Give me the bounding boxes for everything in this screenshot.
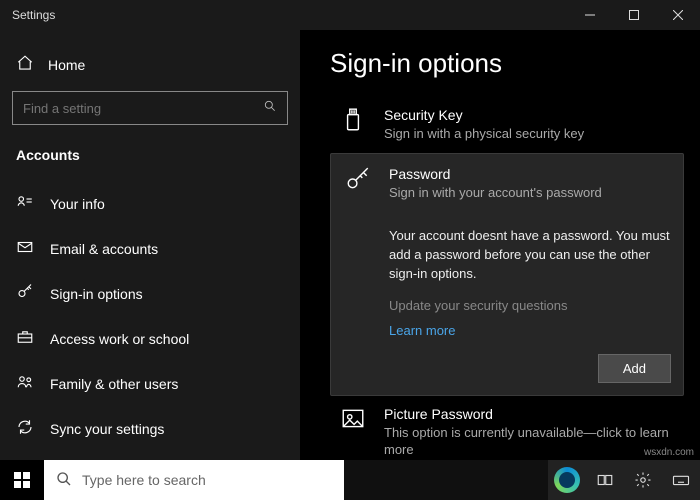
keyboard-icon[interactable] [662,460,700,500]
usb-key-icon [338,107,368,143]
titlebar: Settings [0,0,700,30]
system-tray [548,460,700,500]
nav-email-accounts[interactable]: Email & accounts [0,226,300,271]
key-icon [16,283,34,304]
window-controls [568,0,700,30]
home-icon [16,54,34,75]
password-message: Your account doesnt have a password. You… [389,227,671,284]
nav-family-other-users[interactable]: Family & other users [0,361,300,406]
nav-label: Email & accounts [50,241,158,257]
taskbar: Type here to search [0,460,700,500]
settings-search[interactable] [12,91,288,125]
option-title: Password [389,166,671,182]
search-input[interactable] [23,101,252,116]
nav-label: Access work or school [50,331,189,347]
taskbar-search[interactable]: Type here to search [44,460,344,500]
edge-app-icon[interactable] [548,460,586,500]
option-title: Picture Password [384,406,676,422]
add-password-button[interactable]: Add [598,354,671,383]
sync-icon [16,418,34,439]
search-icon [56,471,72,490]
watermark: wsxdn.com [644,447,694,458]
option-desc: Sign in with a physical security key [384,125,676,143]
learn-more-link[interactable]: Learn more [389,323,455,338]
section-heading: Accounts [0,139,300,181]
home-button[interactable]: Home [0,44,300,85]
person-card-icon [16,193,34,214]
nav-label: Your info [50,196,105,212]
briefcase-icon [16,328,34,349]
start-button[interactable] [0,460,44,500]
task-view-icon[interactable] [586,460,624,500]
home-label: Home [48,57,85,73]
picture-icon [338,406,368,459]
search-icon [263,99,277,118]
nav-sign-in-options[interactable]: Sign-in options [0,271,300,316]
option-password[interactable]: Password Sign in with your account's pas… [330,153,684,396]
mail-icon [16,238,34,259]
option-desc: Sign in with your account's password [389,184,671,202]
key-icon [343,166,373,202]
nav-label: Sync your settings [50,421,164,437]
option-desc: This option is currently unavailable—cli… [384,424,676,459]
option-security-key[interactable]: Security Key Sign in with a physical sec… [330,97,684,153]
app-title: Settings [0,8,55,22]
maximize-button[interactable] [612,0,656,30]
sidebar: Home Accounts Your info Email & accounts… [0,30,300,460]
taskbar-search-placeholder: Type here to search [82,472,206,488]
close-button[interactable] [656,0,700,30]
nav-sync-settings[interactable]: Sync your settings [0,406,300,451]
settings-gear-icon[interactable] [624,460,662,500]
nav-label: Sign-in options [50,286,143,302]
nav-access-work-school[interactable]: Access work or school [0,316,300,361]
minimize-button[interactable] [568,0,612,30]
people-icon [16,373,34,394]
nav-label: Family & other users [50,376,178,392]
page-heading: Sign-in options [330,48,684,79]
option-title: Security Key [384,107,676,123]
option-picture-password[interactable]: Picture Password This option is currentl… [330,396,684,460]
main-content: Sign-in options Security Key Sign in wit… [300,30,700,460]
nav-your-info[interactable]: Your info [0,181,300,226]
update-security-questions-link[interactable]: Update your security questions [389,298,671,313]
